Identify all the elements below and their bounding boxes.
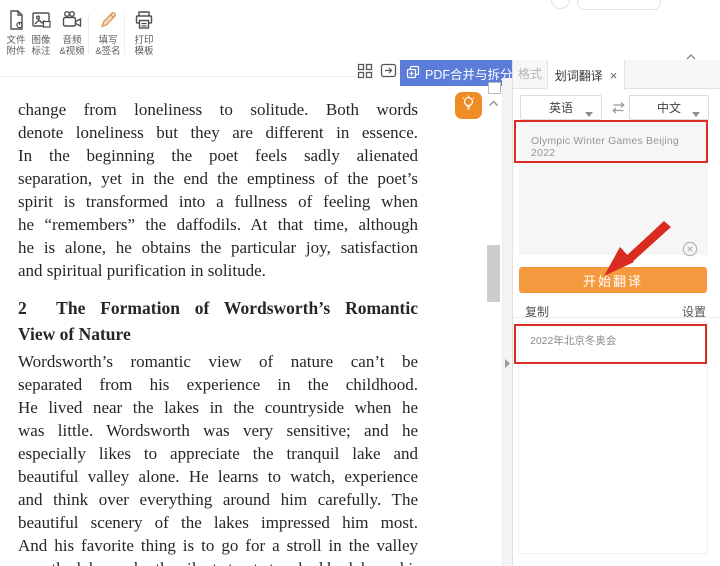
clear-input-icon[interactable] <box>682 241 698 262</box>
audio-video-icon <box>56 8 88 32</box>
toolbar-item-label: 图像标注 <box>25 35 57 57</box>
toolbar-divider <box>88 14 89 54</box>
tab-translate-label: 划词翻译 <box>555 67 603 84</box>
scroll-up-icon[interactable] <box>487 95 500 113</box>
pdf-editor-window: 文件附件 图像标注 音频&视频 <box>0 0 720 566</box>
document-line: In the beginning the poet feels sadly al… <box>18 144 418 167</box>
document-line: And his favorite thing is to go for a st… <box>18 534 418 557</box>
tab-translate[interactable]: 划词翻译 × <box>547 60 625 90</box>
chevron-down-icon <box>585 106 593 120</box>
result-header-divider <box>513 317 720 318</box>
document-line: denote loneliness but they are different… <box>18 121 418 144</box>
merge-pages-icon <box>405 64 421 83</box>
cropped-avatar-icon <box>551 0 570 9</box>
merge-button-label: PDF合并与拆分 <box>425 64 513 83</box>
image-annotation-icon <box>25 8 57 32</box>
panel-gutter <box>503 78 512 566</box>
panel-tab-bar: 格式 划词翻译 × <box>513 60 720 89</box>
document-line: separation, yet in the end the emptiness… <box>18 167 418 190</box>
toolbar-item-fill-sign[interactable]: 填写&签名 <box>92 8 124 57</box>
toolbar-item-label: 打印模板 <box>128 35 160 57</box>
target-language-value: 中文 <box>657 99 681 116</box>
close-icon[interactable]: × <box>610 69 618 82</box>
toolbar-item-label: 音频&视频 <box>56 35 88 57</box>
toolbar-divider <box>124 14 125 54</box>
result-text-area[interactable] <box>518 322 708 554</box>
start-translate-button[interactable]: 开始翻译 <box>519 267 707 293</box>
document-line: change from loneliness to solitude. Both… <box>18 98 418 121</box>
toolbar-item-image-annotation[interactable]: 图像标注 <box>25 8 57 57</box>
document-page: change from loneliness to solitude. Both… <box>18 98 418 566</box>
document-line: spirit is transformed into a fullness of… <box>18 190 418 213</box>
cropped-search-box <box>577 0 661 10</box>
source-text: Olympic Winter Games Beijing 2022 <box>531 135 679 159</box>
toolbar-item-audio-video[interactable]: 音频&视频 <box>56 8 88 57</box>
lightbulb-icon <box>459 94 478 118</box>
document-line: he “remembers” the daffodils. At that ti… <box>18 213 418 236</box>
source-language-select[interactable]: 英语 <box>520 95 602 120</box>
translate-panel: 格式 划词翻译 × 英语 中文 Olympic Winter Games Bei… <box>512 60 720 566</box>
grid-view-icon[interactable] <box>357 63 373 84</box>
source-language-value: 英语 <box>549 99 573 116</box>
document-line-clipped: near the lakes or by the silent streets … <box>18 557 418 566</box>
document-line: was little. Wordsworth was very sensitiv… <box>18 419 418 442</box>
scrollbar-thumb[interactable] <box>487 245 500 302</box>
page-view-icon[interactable] <box>380 62 397 84</box>
tab-format[interactable]: 格式 <box>513 60 547 89</box>
document-line: he is alone, he obtains the particular j… <box>18 236 418 259</box>
source-text-area[interactable]: Olympic Winter Games Beijing 2022 <box>519 122 708 255</box>
document-line: beautiful valley alone. He learns to wat… <box>18 465 418 488</box>
document-heading: View of Nature <box>18 321 418 347</box>
toolbar-item-print-template[interactable]: 打印模板 <box>128 8 160 57</box>
document-line: especially likes to appreciate the tranq… <box>18 442 418 465</box>
chevron-down-icon <box>692 106 700 120</box>
document-line: He lived near the lakes in the countrysi… <box>18 396 418 419</box>
swap-languages-icon[interactable] <box>610 101 627 119</box>
target-language-select[interactable]: 中文 <box>629 95 709 120</box>
panel-collapse-arrow[interactable] <box>504 356 511 374</box>
page-thumbnail-icon[interactable] <box>488 82 501 94</box>
document-heading: 2 The Formation of Wordsworth’s Romantic <box>18 295 418 321</box>
toolbar-bottom-divider <box>0 76 358 77</box>
document-line: separated from his experience in the chi… <box>18 373 418 396</box>
document-line: and think over everything around him car… <box>18 488 418 511</box>
document-line: and spiritual purification in solitude. <box>18 259 418 282</box>
result-text: 2022年北京冬奥会 <box>530 333 616 348</box>
document-line: beautiful scenery of the lakes impressed… <box>18 511 418 534</box>
print-template-icon <box>128 8 160 32</box>
toolbar-item-label: 填写&签名 <box>92 35 124 57</box>
fill-sign-pencil-icon <box>92 8 124 32</box>
document-line: Wordsworth’s romantic view of nature can… <box>18 350 418 373</box>
tip-lightbulb-button[interactable] <box>455 92 482 119</box>
